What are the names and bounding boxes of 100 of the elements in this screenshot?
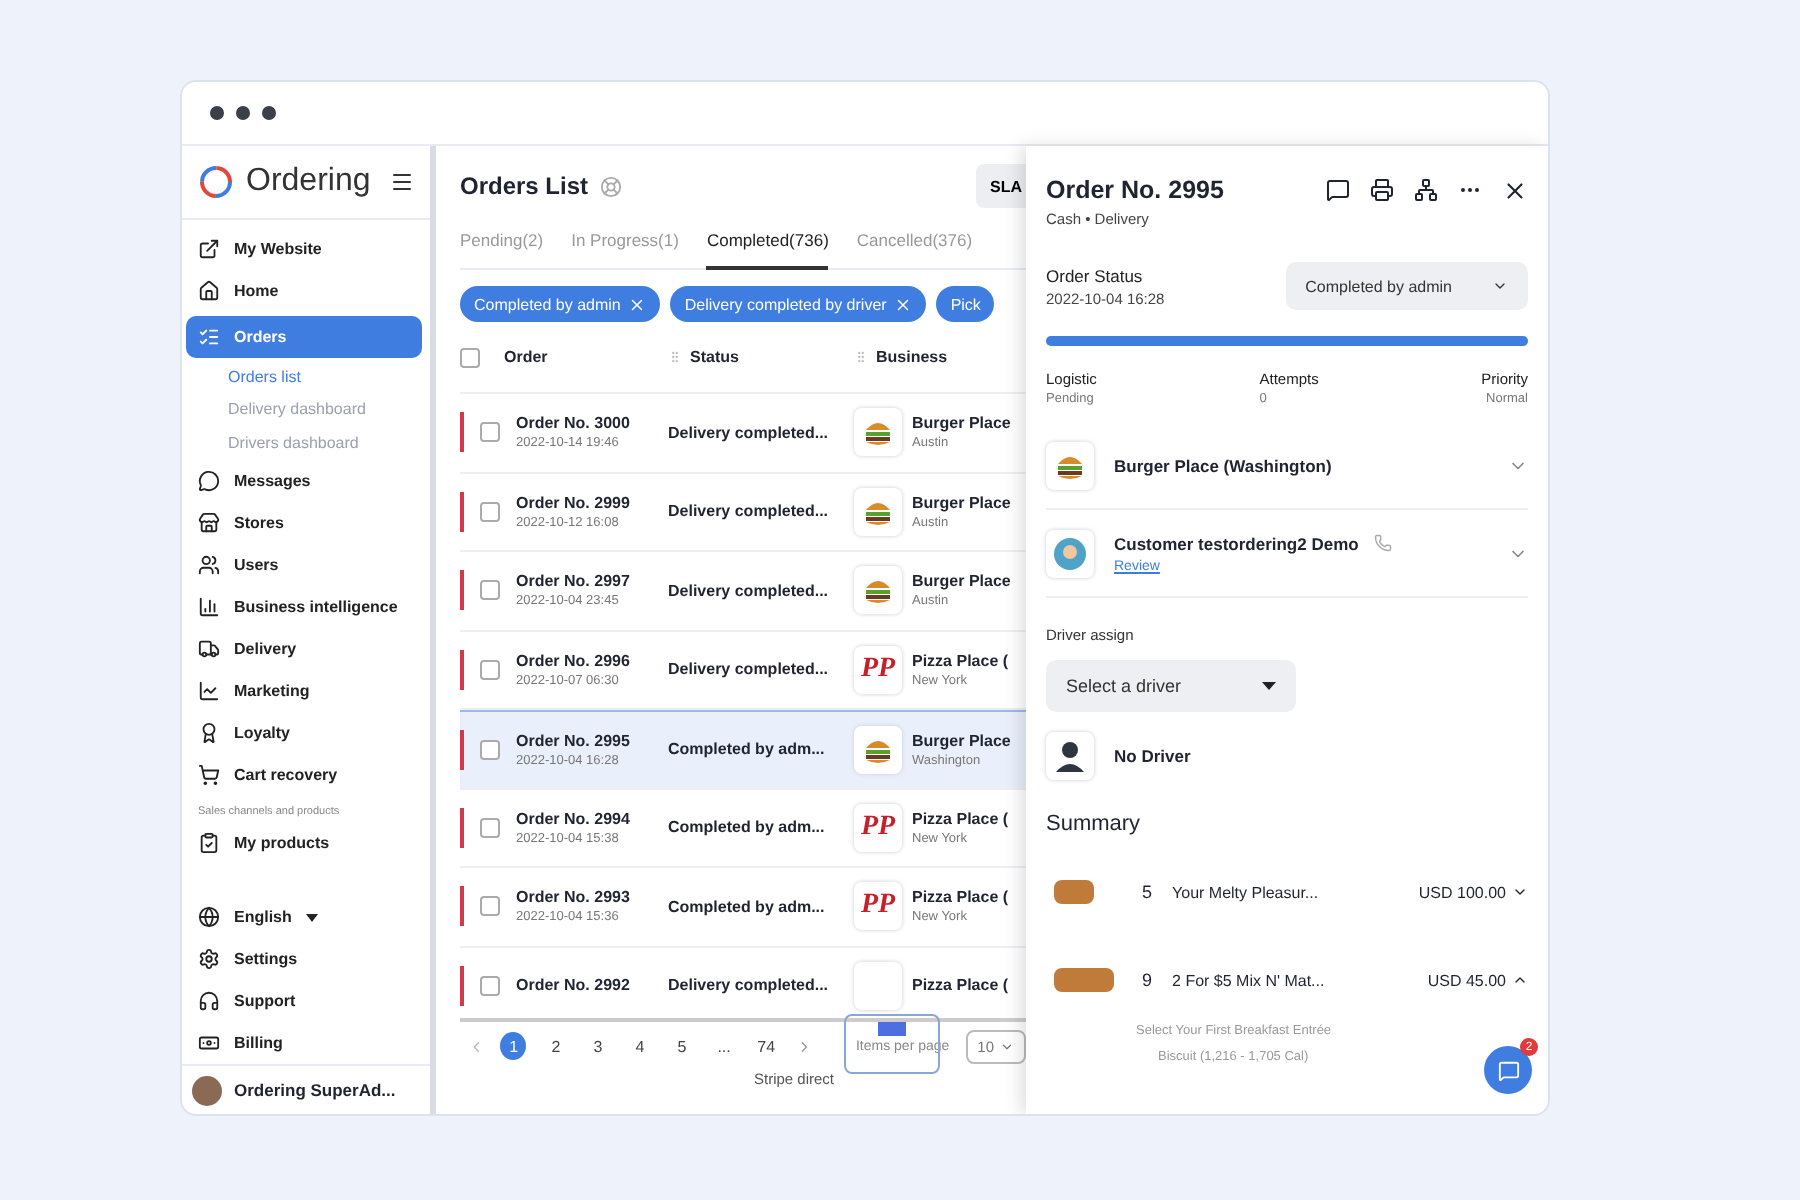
home-icon	[198, 279, 220, 302]
column-header: Status	[690, 348, 739, 366]
sla-button[interactable]: SLA	[976, 164, 1026, 208]
sidebar-item[interactable]: Cart recovery	[186, 754, 422, 797]
lifebuoy-icon	[600, 175, 623, 197]
sidebar-item[interactable]: Orders	[186, 315, 422, 358]
drag-handle-icon	[668, 350, 682, 364]
sidebar-item[interactable]: Billing	[186, 1022, 422, 1065]
customer-name: Customer testordering2 Demo	[1114, 533, 1359, 553]
business-name: Pizza Place (	[912, 888, 1009, 907]
chat-icon[interactable]	[1326, 178, 1350, 202]
sidebar-item[interactable]: Messages	[186, 460, 422, 503]
row-checkbox[interactable]	[480, 975, 500, 996]
status-select[interactable]: Completed by admin	[1285, 262, 1528, 310]
product-row[interactable]: 9 2 For $5 Mix N' Mat... USD 45.00	[1046, 936, 1528, 1024]
filter-chip[interactable]: Pick	[936, 286, 995, 322]
row-checkbox[interactable]	[480, 659, 500, 680]
settings-icon	[198, 948, 220, 971]
sidebar-item[interactable]: My Website	[186, 227, 422, 270]
row-checkbox[interactable]	[480, 817, 500, 838]
language-selector[interactable]: English	[186, 896, 422, 939]
sidebar-item[interactable]: Users	[186, 544, 422, 587]
window-dot	[210, 106, 224, 120]
order-number: Order No. 2999	[516, 493, 630, 512]
hierarchy-icon[interactable]	[1414, 178, 1438, 202]
page-link[interactable]: 4	[626, 1032, 653, 1060]
truck-icon	[198, 638, 220, 661]
row-checkbox[interactable]	[480, 896, 500, 917]
page-link[interactable]: 3	[584, 1032, 611, 1060]
order-number: Order No. 2997	[516, 572, 630, 591]
sidebar-item[interactable]: My products	[186, 822, 422, 865]
product-quantity: 5	[1142, 882, 1153, 902]
chat-bubble-icon	[198, 470, 220, 493]
order-number: Order No. 2995	[516, 731, 630, 750]
business-name: Pizza Place (	[912, 809, 1009, 828]
logo-text: PP	[860, 811, 896, 844]
row-checkbox[interactable]	[480, 422, 500, 443]
stripe-icon	[877, 1021, 906, 1035]
product-name: Your Melty Pleasur...	[1172, 883, 1319, 901]
phone-icon[interactable]	[1374, 534, 1393, 552]
person-icon	[1054, 537, 1086, 569]
previous-page-icon[interactable]	[468, 1037, 485, 1055]
page-link[interactable]: 74	[753, 1032, 780, 1060]
order-status: Completed by adm...	[668, 897, 827, 916]
product-price: USD 45.00	[1427, 971, 1506, 989]
caret-icon	[1261, 682, 1276, 690]
page-link[interactable]: 5	[669, 1032, 696, 1060]
collapse-menu-icon[interactable]	[390, 169, 414, 194]
caret-icon	[305, 913, 318, 922]
drag-handle-icon	[854, 350, 868, 364]
bar-chart-icon	[198, 596, 220, 619]
row-checkbox[interactable]	[480, 580, 500, 601]
chevron-up-icon	[1512, 972, 1528, 988]
order-status: Completed by adm...	[668, 818, 827, 837]
column-header: Order	[504, 348, 548, 366]
filter-chip[interactable]: Completed by admin	[460, 286, 661, 322]
tab[interactable]: Completed(736)	[706, 226, 829, 270]
sidebar-subitem[interactable]: Orders list	[186, 361, 422, 395]
driver-select[interactable]: Select a driver	[1046, 660, 1296, 712]
chat-icon	[1497, 1059, 1519, 1081]
external-link-icon	[198, 237, 220, 260]
users-icon	[198, 554, 220, 577]
print-icon[interactable]	[1370, 178, 1394, 202]
driver-name: No Driver	[1114, 746, 1191, 766]
sidebar-item[interactable]: Marketing	[186, 670, 422, 713]
summary-title: Summary	[1046, 810, 1143, 840]
sidebar-item[interactable]: Delivery	[186, 628, 422, 671]
order-number: Order No. 3000	[516, 414, 630, 433]
award-icon	[198, 722, 220, 745]
business-name: Burger Place	[912, 731, 1011, 750]
select-all-checkbox[interactable]	[460, 347, 480, 367]
order-number: Order No. 2994	[516, 809, 630, 828]
row-checkbox[interactable]	[480, 739, 500, 760]
headphones-icon	[198, 990, 220, 1013]
banknote-icon	[198, 1032, 220, 1055]
order-row[interactable]: Order No. 2992 Delivery completed... Pizza Place (	[460, 947, 1026, 1018]
order-status: Delivery completed...	[668, 423, 831, 442]
filter-chip[interactable]: Delivery completed by driver	[670, 286, 927, 322]
business-name: Burger Place	[912, 414, 1011, 433]
logo-text: PP	[860, 653, 896, 686]
sidebar-item[interactable]: Support	[186, 980, 422, 1023]
product-row[interactable]: 5 Your Melty Pleasur... USD 100.00	[1046, 848, 1528, 936]
sidebar-item[interactable]: Business intelligence	[186, 586, 422, 629]
close-icon[interactable]	[1502, 177, 1528, 203]
order-status: Delivery completed...	[668, 660, 831, 679]
chevron-down-icon	[1492, 278, 1508, 294]
order-status: Completed by adm...	[668, 740, 827, 759]
page-link[interactable]: 2	[542, 1032, 569, 1060]
close-icon	[628, 295, 647, 313]
food-photo	[1054, 968, 1114, 992]
sidebar-item[interactable]: Loyalty	[186, 712, 422, 755]
page-link[interactable]: ...	[711, 1032, 738, 1060]
user-menu[interactable]: Ordering SuperAd...	[182, 1064, 430, 1114]
row-checkbox[interactable]	[480, 501, 500, 522]
sidebar-item[interactable]: Home	[186, 269, 422, 312]
page-link[interactable]: 1	[500, 1032, 527, 1060]
sidebar-item[interactable]: Settings	[186, 938, 422, 981]
close-icon	[894, 295, 913, 313]
status-label: Order Status	[1046, 265, 1145, 285]
sidebar-item[interactable]: Stores	[186, 502, 422, 545]
